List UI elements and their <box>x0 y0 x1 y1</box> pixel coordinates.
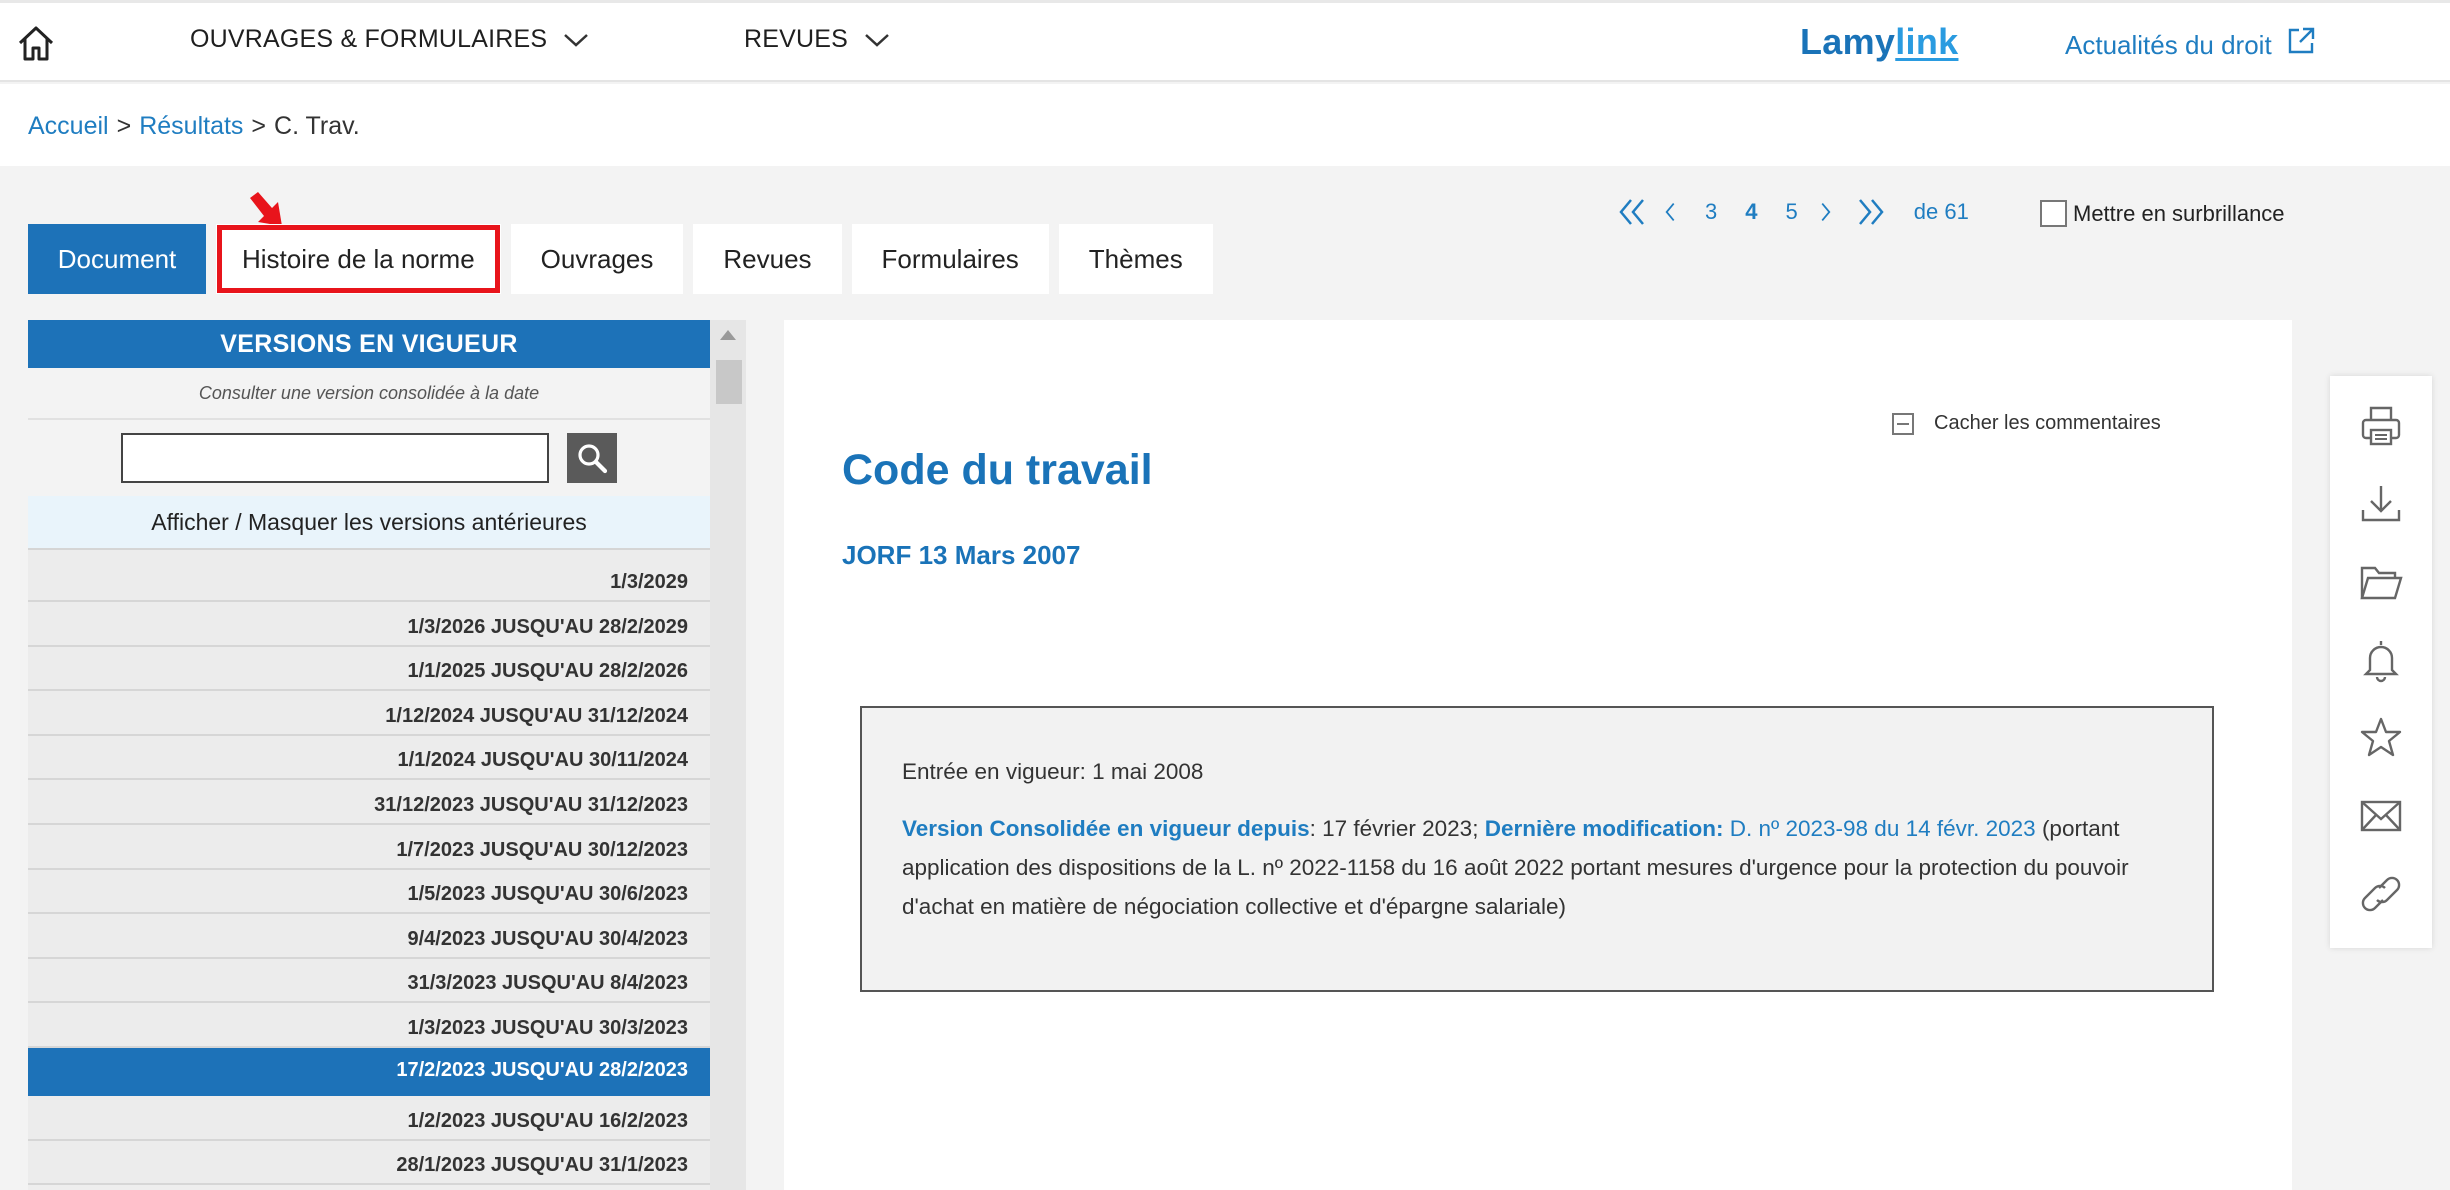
tab-revues[interactable]: Revues <box>693 224 842 294</box>
alert-button[interactable] <box>2357 636 2405 684</box>
highlight-label: Mettre en surbrillance <box>2073 200 2285 226</box>
favorite-button[interactable] <box>2357 714 2405 762</box>
document-tabs: Document Histoire de la norme Ouvrages R… <box>28 224 1213 294</box>
consolidated-label[interactable]: Version Consolidée en vigueur depuis <box>902 816 1310 841</box>
download-icon <box>2361 486 2401 522</box>
version-item[interactable]: 1/3/2029 <box>28 550 710 602</box>
external-link-icon <box>2288 27 2314 53</box>
highlight-toggle: Mettre en surbrillance <box>2040 200 2285 227</box>
download-button[interactable] <box>2357 480 2405 528</box>
hide-comments-toggle[interactable]: Cacher les commentaires <box>1892 412 2161 435</box>
version-item[interactable]: 1/1/2024 JUSQU'AU 30/11/2024 <box>28 735 710 781</box>
version-item[interactable]: 1/3/2026 JUSQU'AU 28/2/2029 <box>28 602 710 647</box>
search-button[interactable] <box>567 433 617 483</box>
link-icon <box>2361 876 2401 912</box>
email-button[interactable] <box>2357 792 2405 840</box>
version-list: 1/3/2029 1/3/2026 JUSQU'AU 28/2/2029 1/1/2… <box>28 550 710 1186</box>
page-5[interactable]: 5 <box>1778 199 1806 225</box>
last-modification-link[interactable]: D. nº 2023-98 du 14 févr. 2023 <box>1724 816 2036 841</box>
hide-comments-label: Cacher les commentaires <box>1934 412 2161 434</box>
nav-ouvrages-formulaires[interactable]: OUVRAGES & FORMULAIRES <box>190 25 589 54</box>
version-item-selected[interactable]: 17/2/2023 JUSQU'AU 28/2/2023 <box>28 1047 710 1096</box>
breadcrumb-bar: Accueil > Résultats > C. Trav. <box>0 84 2450 166</box>
consolidated-value: : 17 février 2023; <box>1309 816 1485 841</box>
tab-themes[interactable]: Thèmes <box>1058 224 1213 294</box>
date-search-row <box>28 420 710 496</box>
version-item[interactable]: 9/4/2023 JUSQU'AU 30/4/2023 <box>28 914 710 959</box>
version-item[interactable]: 1/12/2024 JUSQU'AU 31/12/2024 <box>28 691 710 736</box>
document-title: Code du travail <box>842 446 1153 494</box>
consolidation-info: Version Consolidée en vigueur depuis: 17… <box>902 809 2172 926</box>
nav-revues[interactable]: REVUES <box>744 25 890 54</box>
tab-formulaires[interactable]: Formulaires <box>851 224 1049 294</box>
folder-icon <box>2360 566 2403 600</box>
document-tools <box>2330 376 2432 948</box>
last-modification-label[interactable]: Dernière modification: <box>1485 816 1724 841</box>
breadcrumb-results[interactable]: Résultats <box>139 112 243 141</box>
breadcrumb-separator: > <box>251 112 267 140</box>
versions-panel: VERSIONS EN VIGUEUR Consulter une versio… <box>28 320 710 1190</box>
chevron-down-icon <box>865 33 889 47</box>
page-4-current[interactable]: 4 <box>1737 199 1765 225</box>
breadcrumb: Accueil > Résultats > C. Trav. <box>28 112 360 141</box>
version-item[interactable]: 1/7/2023 JUSQU'AU 30/12/2023 <box>28 824 710 870</box>
nav-revues-label: REVUES <box>744 25 849 53</box>
brand-part-lamy: Lamy <box>1800 21 1896 62</box>
highlight-checkbox[interactable] <box>2040 200 2067 227</box>
toggle-older-versions[interactable]: Afficher / Masquer les versions antérieu… <box>28 496 710 550</box>
tab-histoire-de-la-norme[interactable]: Histoire de la norme <box>216 224 501 294</box>
star-icon <box>2360 717 2402 757</box>
breadcrumb-separator: > <box>116 112 132 140</box>
version-item[interactable]: 1/5/2023 JUSQU'AU 30/6/2023 <box>28 869 710 915</box>
scroll-thumb[interactable] <box>716 360 742 404</box>
version-item[interactable]: 1/3/2023 JUSQU'AU 30/3/2023 <box>28 1003 710 1048</box>
folder-button[interactable] <box>2357 558 2405 606</box>
bell-icon <box>2363 641 2399 683</box>
consult-label: Consulter une version consolidée à la da… <box>28 368 710 420</box>
pagination: 3 4 5 de 61 <box>1615 196 1969 228</box>
version-item[interactable]: 31/12/2023 JUSQU'AU 31/12/2023 <box>28 780 710 825</box>
versions-header: VERSIONS EN VIGUEUR <box>28 320 710 368</box>
version-item[interactable]: 1/1/2025 JUSQU'AU 28/2/2026 <box>28 646 710 692</box>
date-input[interactable] <box>121 433 549 483</box>
brand-part-link: link <box>1895 21 1959 62</box>
home-icon[interactable] <box>14 21 58 65</box>
tab-document[interactable]: Document <box>28 224 206 294</box>
news-link-label: Actualités du droit <box>2065 30 2272 60</box>
last-page-icon[interactable] <box>1854 196 1888 228</box>
version-info-box: Entrée en vigueur: 1 mai 2008 Version Co… <box>860 706 2214 992</box>
copy-link-button[interactable] <box>2357 870 2405 918</box>
search-icon <box>578 444 608 474</box>
next-page-icon[interactable] <box>1818 196 1842 228</box>
version-item[interactable]: 1/2/2023 JUSQU'AU 16/2/2023 <box>28 1095 710 1141</box>
tab-ouvrages[interactable]: Ouvrages <box>510 224 684 294</box>
page-total: de 61 <box>1913 199 1969 224</box>
print-button[interactable] <box>2357 402 2405 450</box>
breadcrumb-home[interactable]: Accueil <box>28 112 109 141</box>
nav-ouvrages-label: OUVRAGES & FORMULAIRES <box>190 25 548 53</box>
news-link[interactable]: Actualités du droit <box>2065 27 2316 61</box>
page-3[interactable]: 3 <box>1697 199 1725 225</box>
breadcrumb-current: C. Trav. <box>274 112 360 140</box>
document-panel: Cacher les commentaires Code du travail … <box>784 320 2292 1190</box>
first-page-icon[interactable] <box>1615 196 1649 228</box>
version-item[interactable]: 28/1/2023 JUSQU'AU 31/1/2023 <box>28 1140 710 1186</box>
lamylink-logo[interactable]: Lamylink <box>1800 21 1958 63</box>
scroll-up-arrow-icon[interactable] <box>720 330 736 340</box>
print-icon <box>2361 406 2401 446</box>
version-item[interactable]: 31/3/2023 JUSQU'AU 8/4/2023 <box>28 958 710 1004</box>
mail-icon <box>2360 800 2402 832</box>
collapse-icon <box>1892 412 1914 435</box>
entry-into-force: Entrée en vigueur: 1 mai 2008 <box>902 759 1204 784</box>
top-bar: OUVRAGES & FORMULAIRES REVUES Lamylink A… <box>0 0 2450 82</box>
versions-scrollbar[interactable] <box>710 320 746 1190</box>
chevron-down-icon <box>564 33 589 47</box>
document-subtitle: JORF 13 Mars 2007 <box>842 540 1081 570</box>
previous-page-icon[interactable] <box>1661 196 1685 228</box>
